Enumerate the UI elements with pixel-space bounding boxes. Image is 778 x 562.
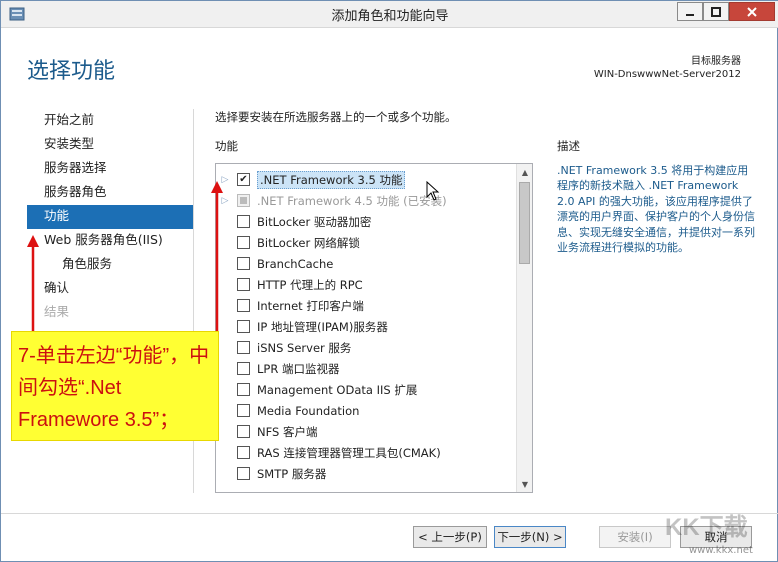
title-bar: 添加角色和功能向导 xyxy=(1,1,778,28)
feature-row: ▷ .NET Framework 4.5 功能 (已安装) xyxy=(216,190,517,211)
target-server-info: 目标服务器 WIN-DnswwwNet-Server2012 xyxy=(594,55,741,81)
feature-row[interactable]: iSNS Server 服务 xyxy=(216,337,517,358)
wizard-window: 添加角色和功能向导 选择功能 目标服务器 WIN-DnswwwNet-Serve… xyxy=(0,0,778,562)
description-text: .NET Framework 3.5 将用于构建应用程序的新技术融入 .NET … xyxy=(557,164,755,255)
target-server-caption: 目标服务器 xyxy=(691,56,741,67)
instruction-text: 选择要安装在所选服务器上的一个或多个功能。 xyxy=(215,110,457,124)
feature-checkbox[interactable] xyxy=(237,446,250,459)
feature-checkbox[interactable] xyxy=(237,236,250,249)
annotation-callout: 7-单击左边“功能”，中间勾选“.Net Framewore 3.5”； xyxy=(11,331,219,441)
wizard-nav: 开始之前 安装类型 服务器选择 服务器角色 功能 Web 服务器角色(IIS) … xyxy=(27,109,193,325)
feature-label: .NET Framework 4.5 功能 (已安装) xyxy=(257,193,447,208)
next-button[interactable]: 下一步(N) > xyxy=(494,526,566,548)
feature-label: BitLocker 驱动器加密 xyxy=(257,214,372,229)
annotation-arrow-middle-icon xyxy=(211,181,223,332)
feature-label: LPR 端口监视器 xyxy=(257,361,340,376)
feature-checkbox[interactable] xyxy=(237,404,250,417)
window-title: 添加角色和功能向导 xyxy=(331,9,449,24)
feature-label: HTTP 代理上的 RPC xyxy=(257,277,363,292)
close-icon xyxy=(747,6,757,17)
feature-row[interactable]: Management OData IIS 扩展 xyxy=(216,379,517,400)
scroll-thumb[interactable] xyxy=(519,182,530,264)
feature-checkbox xyxy=(237,194,250,207)
feature-row[interactable]: NFS 客户端 xyxy=(216,421,517,442)
feature-checkbox[interactable] xyxy=(237,425,250,438)
feature-checkbox[interactable] xyxy=(237,299,250,312)
annotation-arrow-left-icon xyxy=(27,235,39,331)
close-button[interactable] xyxy=(729,2,775,21)
feature-label: Media Foundation xyxy=(257,403,360,418)
features-list[interactable]: ▷ ✔ .NET Framework 3.5 功能 ▷ .NET Framewo… xyxy=(215,163,533,493)
nav-item-web-server-role[interactable]: Web 服务器角色(IIS) xyxy=(27,229,193,253)
nav-item-confirmation[interactable]: 确认 xyxy=(27,277,193,301)
feature-label: NFS 客户端 xyxy=(257,424,318,439)
feature-checkbox[interactable] xyxy=(237,278,250,291)
scroll-down-arrow-icon[interactable]: ▼ xyxy=(517,476,532,492)
annotation-text: 7-单击左边“功能”，中间勾选“.Net Framewore 3.5”； xyxy=(18,345,210,431)
feature-label: .NET Framework 3.5 功能 xyxy=(257,170,406,189)
page-title: 选择功能 xyxy=(27,59,116,84)
feature-checkbox[interactable] xyxy=(237,362,250,375)
maximize-icon xyxy=(711,6,721,17)
feature-row[interactable]: ▷ ✔ .NET Framework 3.5 功能 xyxy=(216,169,517,190)
nav-item-server-selection[interactable]: 服务器选择 xyxy=(27,157,193,181)
nav-item-server-roles[interactable]: 服务器角色 xyxy=(27,181,193,205)
feature-row[interactable]: BitLocker 网络解锁 xyxy=(216,232,517,253)
feature-checkbox[interactable] xyxy=(237,257,250,270)
feature-label: SMTP 服务器 xyxy=(257,466,327,481)
feature-label: BranchCache xyxy=(257,256,334,271)
feature-row[interactable]: RAS 连接管理器管理工具包(CMAK) xyxy=(216,442,517,463)
feature-checkbox[interactable]: ✔ xyxy=(237,173,250,186)
feature-label: Management OData IIS 扩展 xyxy=(257,382,418,397)
target-server-name: WIN-DnswwwNet-Server2012 xyxy=(593,69,741,80)
feature-label: RAS 连接管理器管理工具包(CMAK) xyxy=(257,445,441,460)
scroll-up-arrow-icon[interactable]: ▲ xyxy=(517,164,532,180)
feature-label: IP 地址管理(IPAM)服务器 xyxy=(257,319,388,334)
nav-item-features[interactable]: 功能 xyxy=(27,205,193,229)
feature-row[interactable]: BitLocker 驱动器加密 xyxy=(216,211,517,232)
description-label: 描述 xyxy=(557,139,580,153)
feature-row[interactable]: HTTP 代理上的 RPC xyxy=(216,274,517,295)
feature-checkbox[interactable] xyxy=(237,383,250,396)
feature-checkbox[interactable] xyxy=(237,341,250,354)
feature-checkbox[interactable] xyxy=(237,467,250,480)
feature-row[interactable]: IP 地址管理(IPAM)服务器 xyxy=(216,316,517,337)
feature-row[interactable]: LPR 端口监视器 xyxy=(216,358,517,379)
watermark: KK下载 www.kkx.net xyxy=(665,507,775,557)
feature-label: iSNS Server 服务 xyxy=(257,340,352,355)
feature-row[interactable]: Internet 打印客户端 xyxy=(216,295,517,316)
nav-item-installation-type[interactable]: 安装类型 xyxy=(27,133,193,157)
nav-item-results: 结果 xyxy=(44,304,70,319)
features-scrollbar[interactable]: ▲ ▼ xyxy=(516,164,532,492)
nav-item-before-you-begin[interactable]: 开始之前 xyxy=(27,109,193,133)
nav-item-role-services[interactable]: 角色服务 xyxy=(27,253,193,277)
footer-divider xyxy=(1,513,778,514)
feature-row[interactable]: Media Foundation xyxy=(216,400,517,421)
minimize-button[interactable] xyxy=(677,2,703,21)
watermark-url: www.kkx.net xyxy=(689,545,753,556)
feature-label: Internet 打印客户端 xyxy=(257,298,364,313)
features-label: 功能 xyxy=(215,139,238,153)
mouse-pointer-icon xyxy=(426,181,440,201)
feature-checkbox[interactable] xyxy=(237,320,250,333)
feature-label: BitLocker 网络解锁 xyxy=(257,235,360,250)
feature-checkbox[interactable] xyxy=(237,215,250,228)
install-button: 安装(I) xyxy=(599,526,671,548)
watermark-logo: KK下载 xyxy=(665,514,748,541)
feature-row[interactable]: SMTP 服务器 xyxy=(216,463,517,484)
maximize-button[interactable] xyxy=(703,2,729,21)
minimize-icon xyxy=(686,13,694,16)
previous-button[interactable]: < 上一步(P) xyxy=(413,526,487,548)
feature-row[interactable]: BranchCache xyxy=(216,253,517,274)
